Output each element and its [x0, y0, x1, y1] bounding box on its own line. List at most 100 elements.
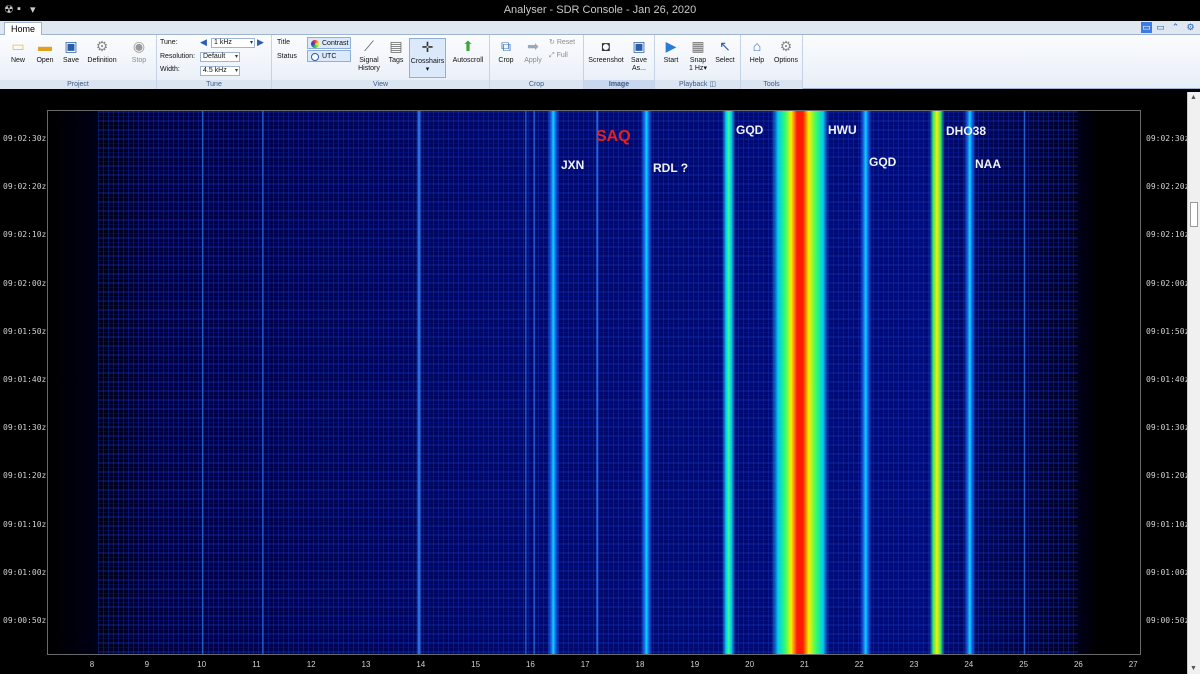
- group-tools: ⌂ Help ⚙ Options Tools: [741, 35, 803, 89]
- chevron-down-icon: ▾: [249, 40, 253, 46]
- options-button[interactable]: ⚙ Options: [772, 38, 800, 65]
- cursor-icon: ↖: [719, 38, 731, 54]
- station-label: RDL ?: [653, 161, 689, 175]
- title-toggle[interactable]: Title: [277, 38, 290, 48]
- chart-line-icon: ⟋: [364, 38, 374, 54]
- waterfall-plot[interactable]: [47, 110, 1141, 655]
- full-button[interactable]: ⤢ Full: [549, 51, 568, 61]
- x-tick-label: 18: [635, 660, 645, 669]
- band-dho38: [928, 111, 945, 654]
- band-hwu: [770, 111, 829, 654]
- y-tick-label-left: 09:01:30z: [3, 423, 47, 433]
- definition-button[interactable]: ⚙ Definition: [84, 38, 120, 65]
- group-playback: ▶ Start ▦ Snap 1 Hz▾ ↖ Select Playback ◫: [655, 35, 741, 89]
- y-tick-label-right: 09:00:50z: [1146, 616, 1190, 625]
- group-label-crop: Crop: [490, 80, 583, 89]
- x-tick-label: 11: [252, 660, 261, 669]
- width-select[interactable]: 4.5 kHz ▾: [200, 66, 240, 76]
- signal-history-button[interactable]: ⟋ Signal History: [356, 38, 382, 73]
- x-tick-label: 19: [690, 660, 700, 669]
- x-tick-label: 23: [909, 660, 919, 669]
- reset-button[interactable]: ↻ Reset: [549, 38, 575, 48]
- carrier-line: [201, 111, 204, 654]
- y-tick-label-right: 09:01:30z: [1146, 423, 1190, 433]
- y-tick-label-right: 09:01:00z: [1146, 567, 1190, 577]
- group-image: ◘ Screenshot ▣ Save As... Image: [584, 35, 655, 89]
- start-button[interactable]: ▶ Start: [660, 38, 682, 65]
- contrast-toggle[interactable]: Contrast: [307, 37, 351, 49]
- station-label: GQD: [736, 123, 764, 137]
- snap-button[interactable]: ▦ Snap 1 Hz▾: [686, 38, 710, 73]
- window-title: Analyser - SDR Console - Jan 26, 2020: [503, 4, 697, 16]
- y-tick-label-right: 09:01:10z: [1146, 519, 1190, 529]
- station-label: DHO38: [946, 124, 987, 138]
- group-label-image: Image: [584, 80, 654, 89]
- carrier-line: [1023, 111, 1026, 654]
- group-label-view: View: [272, 80, 489, 89]
- x-tick-label: 15: [471, 660, 481, 669]
- y-tick-label-right: 09:01:50z: [1146, 326, 1190, 336]
- monitor-icon[interactable]: ▭: [1155, 22, 1166, 33]
- tune-label: Tune:: [160, 39, 178, 46]
- station-label: SAQ: [596, 128, 631, 145]
- new-button[interactable]: ▭ New: [7, 38, 29, 65]
- save-as-button[interactable]: ▣ Save As...: [628, 38, 650, 73]
- utc-toggle[interactable]: UTC: [307, 50, 351, 62]
- settings-icon[interactable]: ⚙: [1185, 22, 1196, 33]
- resolution-select[interactable]: Default ▾: [200, 52, 240, 62]
- select-button[interactable]: ↖ Select: [713, 38, 737, 65]
- home-help-icon: ⌂: [752, 38, 762, 54]
- carrier-line: [416, 111, 423, 654]
- ribbon-tab-bar: Home ▭ ▭ ⌃ ⚙: [0, 21, 1200, 36]
- x-tick-label: 14: [416, 660, 426, 669]
- screenshot-button[interactable]: ◘ Screenshot: [587, 38, 625, 65]
- y-tick-label-left: 09:01:50z: [3, 326, 47, 336]
- tune-down-icon[interactable]: ◀: [200, 37, 207, 47]
- group-project: ▭ New ▬ Open ▣ Save ⚙ Definition ◉ Stop Proje…: [0, 35, 157, 89]
- scrollbar-thumb[interactable]: [1190, 202, 1198, 227]
- expand-icon: ⤢: [549, 52, 555, 59]
- scroll-down-icon[interactable]: ▼: [1190, 665, 1197, 672]
- y-tick-label-left: 09:01:00z: [3, 567, 47, 577]
- help-button[interactable]: ⌂ Help: [746, 38, 768, 65]
- crosshairs-button[interactable]: ✛ Crosshairs ▾: [409, 38, 446, 78]
- y-tick-label-right: 09:02:20z: [1146, 182, 1190, 192]
- dialog-launcher-icon[interactable]: ◫: [709, 81, 716, 88]
- open-button[interactable]: ▬ Open: [33, 38, 57, 65]
- y-tick-label-left: 09:00:50z: [3, 616, 47, 625]
- tags-button[interactable]: ▤ Tags: [385, 38, 407, 65]
- group-crop: ⧉ Crop ➡ Apply ↻ Reset ⤢ Full Crop: [490, 35, 584, 89]
- crop-button[interactable]: ⧉ Crop: [495, 38, 517, 65]
- chevron-down-icon: ▾: [703, 65, 707, 72]
- group-view: Title Status Contrast UTC ⟋ Signal History…: [272, 35, 490, 89]
- tune-up-icon[interactable]: ▶: [257, 37, 264, 47]
- apply-button[interactable]: ➡ Apply: [521, 38, 545, 65]
- save-button[interactable]: ▣ Save: [60, 38, 82, 65]
- band-naa: [963, 111, 976, 654]
- chevron-down-icon: ▾: [425, 66, 430, 73]
- stop-button[interactable]: ◉ Stop: [128, 38, 150, 65]
- x-tick-label: 20: [745, 660, 755, 669]
- status-toggle[interactable]: Status: [277, 52, 297, 62]
- y-tick-label-right: 09:02:00z: [1146, 278, 1190, 288]
- y-tick-label-left: 09:02:10z: [3, 230, 47, 240]
- y-tick-label-right: 09:01:40z: [1146, 375, 1190, 384]
- expand-ribbon-icon[interactable]: ⌃: [1170, 22, 1181, 33]
- x-tick-label: 8: [89, 660, 95, 669]
- tab-home[interactable]: Home: [4, 22, 43, 36]
- band-gqd: [721, 111, 736, 654]
- x-tick-label: 12: [306, 660, 316, 669]
- contrast-icon: [311, 40, 319, 48]
- scroll-up-icon[interactable]: ▲: [1190, 94, 1197, 101]
- width-label: Width:: [160, 66, 180, 73]
- reset-icon: ↻: [549, 39, 555, 46]
- x-tick-label: 16: [525, 660, 535, 669]
- layout-icon[interactable]: ▭: [1141, 22, 1152, 33]
- tune-step-select[interactable]: 1 kHz ▾: [211, 38, 255, 48]
- y-tick-label-right: 09:02:10z: [1146, 230, 1190, 240]
- y-tick-label-left: 09:02:30z: [3, 134, 47, 143]
- table-icon: ▤: [389, 38, 403, 54]
- autoscroll-button[interactable]: ⬆ Autoscroll: [450, 38, 486, 65]
- camera-icon: ◘: [601, 38, 611, 54]
- y-tick-label-left: 09:01:20z: [3, 471, 47, 481]
